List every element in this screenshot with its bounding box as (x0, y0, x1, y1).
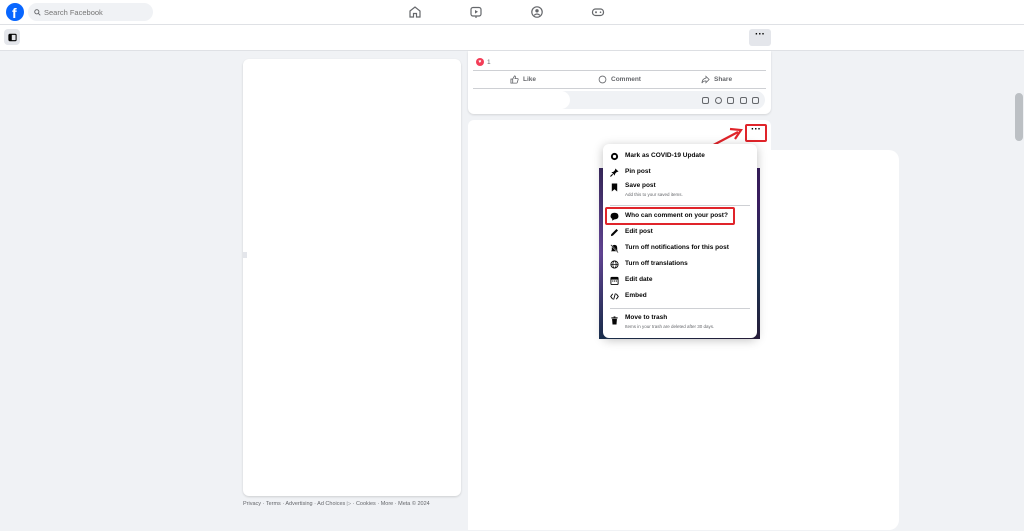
divider (473, 88, 766, 89)
search-bar[interactable] (28, 3, 153, 21)
pin-icon (610, 168, 619, 177)
reaction-count: 1 (487, 58, 491, 66)
search-input[interactable] (44, 7, 144, 17)
left-column-card (243, 59, 461, 496)
thumbs-up-icon (510, 75, 519, 84)
share-icon (701, 75, 710, 84)
code-icon (610, 293, 619, 300)
groups-icon[interactable] (530, 5, 544, 19)
panel-toggle-button[interactable] (4, 29, 20, 45)
commenter-avatar-area (473, 91, 570, 109)
post-more-options-button[interactable]: ··· (745, 124, 767, 142)
secondary-toolbar: ··· (0, 25, 1024, 51)
calendar-icon (610, 276, 619, 285)
top-navigation-bar: f (0, 0, 1024, 25)
gif-icon[interactable] (740, 97, 747, 104)
scrollbar-thumb[interactable] (1015, 93, 1023, 141)
sticker-icon[interactable] (702, 97, 709, 104)
comment-icon (598, 75, 607, 84)
love-reaction-icon: ♥ (476, 58, 484, 66)
translate-icon (610, 260, 619, 269)
comment-button[interactable]: Comment (598, 75, 641, 84)
footer-links[interactable]: Privacy · Terms · Advertising · Ad Choic… (243, 501, 430, 507)
svg-text:f: f (12, 5, 17, 21)
facebook-logo-icon[interactable]: f (6, 3, 24, 21)
like-label: Like (523, 76, 537, 83)
home-icon[interactable] (408, 5, 422, 19)
gaming-icon[interactable] (591, 5, 605, 19)
share-label: Share (714, 76, 733, 83)
pencil-icon (610, 228, 619, 237)
bell-off-icon (610, 244, 619, 253)
share-button[interactable]: Share (701, 75, 732, 84)
menu-divider (610, 308, 750, 309)
sidebar-toggle-icon (7, 33, 17, 41)
covid-icon (610, 152, 619, 161)
emoji-icon[interactable] (715, 97, 722, 104)
bookmark-icon (611, 183, 618, 192)
reaction-summary[interactable]: ♥ 1 (476, 58, 491, 66)
sticker-alt-icon[interactable] (752, 97, 759, 104)
more-options-button[interactable]: ··· (749, 29, 771, 46)
menu-divider (610, 205, 750, 206)
camera-icon[interactable] (727, 97, 734, 104)
comment-label: Comment (611, 76, 641, 83)
search-icon (34, 8, 41, 16)
divider (473, 70, 766, 71)
trash-icon (611, 316, 618, 325)
video-icon[interactable] (469, 5, 483, 19)
card-edge-mark (243, 252, 247, 258)
post-options-menu: Mark as COVID-19 Update Pin post Save po… (603, 144, 757, 338)
like-button[interactable]: Like (510, 75, 536, 84)
annotation-highlight-box (605, 207, 735, 225)
